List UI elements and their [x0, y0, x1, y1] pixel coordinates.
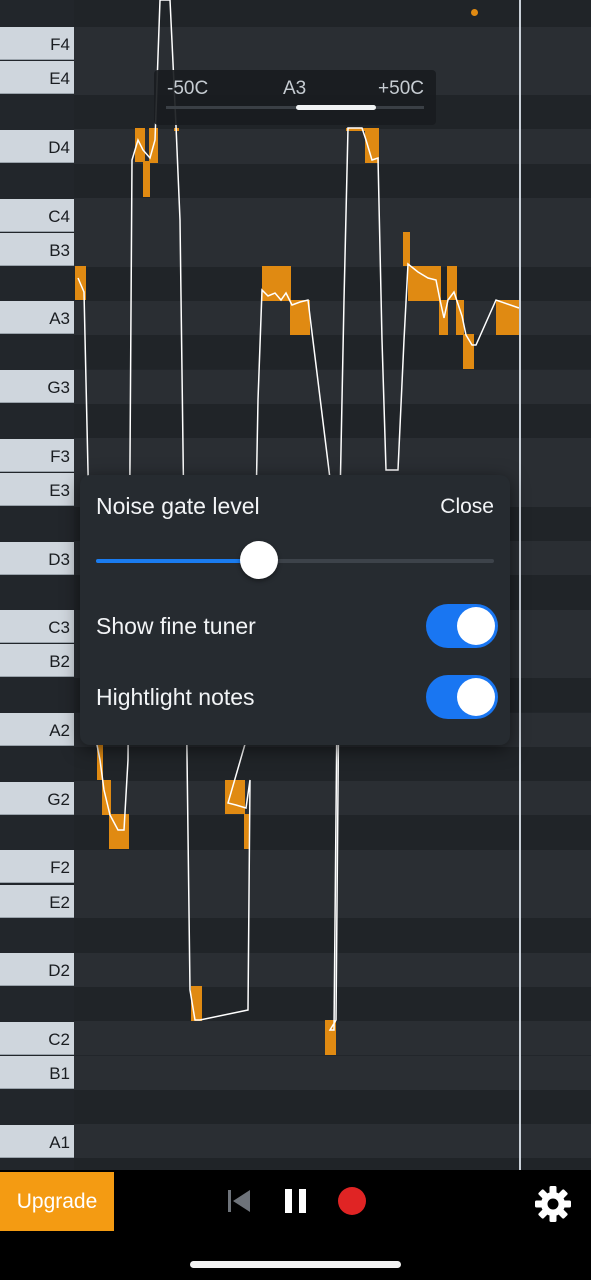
playhead[interactable]: [519, 0, 521, 1170]
pause-icon[interactable]: [281, 1184, 311, 1218]
record-icon[interactable]: [336, 1184, 370, 1218]
gear-icon[interactable]: [533, 1184, 573, 1224]
bottom-toolbar: Upgrade: [0, 1170, 591, 1280]
marker-dot: [471, 9, 478, 16]
show-fine-tuner-label: Show fine tuner: [96, 613, 256, 639]
close-button[interactable]: Close: [440, 495, 494, 519]
toggle-knob: [457, 678, 495, 716]
slider-thumb[interactable]: [240, 541, 279, 579]
tuner-minus-label: -50C: [167, 78, 209, 99]
highlight-notes-label: Hightlight notes: [96, 684, 255, 710]
noise-gate-slider[interactable]: [96, 541, 494, 579]
toggle-knob: [457, 607, 495, 645]
tuner-note-label: A3: [283, 78, 307, 99]
home-indicator: [190, 1261, 401, 1268]
panel-title: Noise gate level: [96, 493, 260, 519]
upgrade-button[interactable]: Upgrade: [0, 1172, 114, 1231]
highlight-notes-toggle[interactable]: [426, 675, 498, 719]
tuner-indicator: [296, 105, 376, 110]
fine-tuner: -50C A3 +50C: [154, 70, 436, 125]
tuner-track: [166, 106, 424, 109]
skip-back-icon[interactable]: [224, 1184, 254, 1218]
settings-panel: Noise gate level Close Show fine tuner H…: [80, 475, 510, 745]
tuner-plus-label: +50C: [378, 78, 424, 99]
slider-fill: [96, 559, 260, 563]
show-fine-tuner-toggle[interactable]: [426, 604, 498, 648]
